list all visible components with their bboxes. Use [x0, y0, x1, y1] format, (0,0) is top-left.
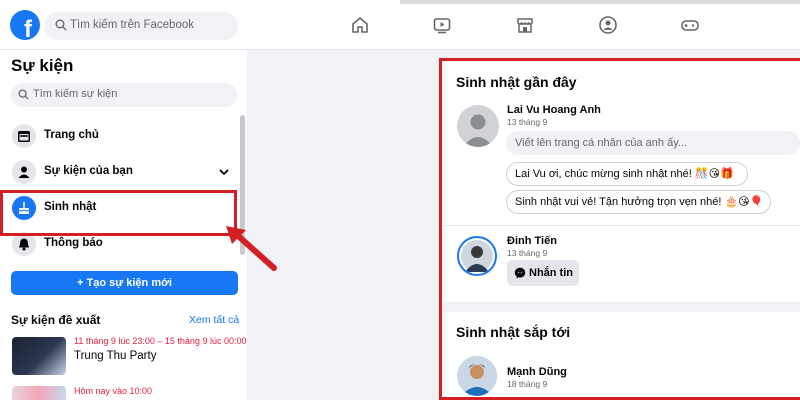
marketplace-icon[interactable] — [515, 15, 535, 35]
logo-letter: f — [24, 16, 32, 40]
watch-icon[interactable] — [432, 15, 452, 35]
event-name[interactable]: Trung Thu Party — [74, 350, 156, 362]
page-title: Sự kiện — [11, 56, 74, 75]
groups-icon[interactable] — [598, 15, 618, 35]
search-placeholder: Tìm kiếm trên Facebook — [70, 19, 194, 31]
see-all-link[interactable]: Xem tất cả — [189, 314, 239, 326]
red-arrow-annotation — [226, 226, 277, 271]
search-placeholder: Tìm kiếm sự kiện — [33, 88, 118, 100]
highlight-box — [0, 190, 237, 236]
person-icon — [12, 160, 36, 184]
event-thumbnail[interactable] — [12, 337, 66, 375]
search-icon — [18, 89, 29, 100]
home-icon[interactable] — [350, 15, 370, 35]
window-strip — [400, 0, 800, 4]
facebook-logo[interactable]: f — [10, 10, 40, 40]
search-icon — [55, 19, 67, 31]
sidebar-item-label: Sự kiện của bạn — [44, 165, 133, 177]
gaming-icon[interactable] — [680, 15, 700, 35]
event-search-input[interactable]: Tìm kiếm sự kiện — [11, 83, 237, 107]
event-thumbnail[interactable] — [12, 386, 66, 400]
create-event-button[interactable]: + Tạo sự kiện mới — [11, 271, 238, 295]
chevron-down-icon[interactable] — [218, 166, 230, 178]
top-navigation-bar: f Tìm kiếm trên Facebook — [0, 0, 800, 50]
sidebar-item-label: Thông báo — [44, 237, 103, 249]
event-date: Hôm nay vào 10:00 — [74, 386, 153, 396]
calendar-icon — [12, 124, 36, 148]
sidebar-item-label: Trang chủ — [44, 129, 99, 141]
facebook-search-input[interactable]: Tìm kiếm trên Facebook — [44, 12, 238, 40]
suggested-events-title: Sự kiện đề xuất — [11, 313, 101, 327]
sidebar-item-home[interactable]: Trang chủ — [8, 120, 236, 152]
event-date: 11 tháng 9 lúc 23:00 – 15 tháng 9 lúc 00… — [74, 336, 247, 346]
highlight-box — [439, 58, 800, 400]
sidebar-item-your-events[interactable]: Sự kiện của bạn — [8, 156, 236, 188]
